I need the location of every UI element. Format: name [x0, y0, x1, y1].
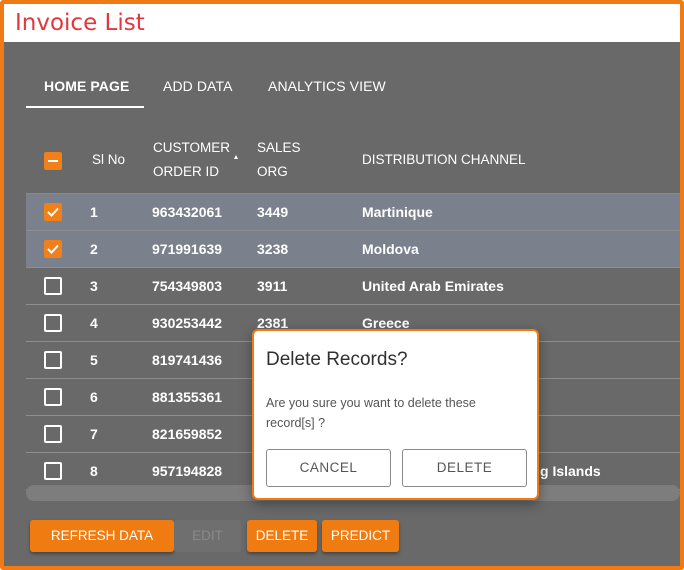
- cell-sales-org: 3911: [257, 278, 288, 294]
- checkbox-unchecked-icon[interactable]: [44, 314, 62, 332]
- edit-button[interactable]: EDIT: [174, 520, 241, 552]
- table-row[interactable]: 2 971991639 3238 Moldova: [26, 231, 680, 268]
- delete-button[interactable]: DELETE: [247, 520, 317, 552]
- checkbox-unchecked-icon[interactable]: [44, 277, 62, 295]
- cell-order-id: 881355361: [152, 389, 223, 405]
- header-customer-order-id[interactable]: CUSTOMER ORDER ID: [153, 136, 230, 184]
- table-row[interactable]: 1 963432061 3449 Martinique: [26, 194, 680, 231]
- checkbox-unchecked-icon[interactable]: [44, 388, 62, 406]
- cell-sales-org: 3449: [257, 204, 289, 220]
- app-title: Invoice List: [15, 10, 145, 36]
- tab-home-page[interactable]: HOME PAGE: [26, 64, 144, 108]
- cell-sl-no: 5: [90, 352, 98, 368]
- app-window: Invoice List HOME PAGE ADD DATA ANALYTIC…: [0, 0, 684, 570]
- cell-channel: Moldova: [362, 241, 419, 257]
- sort-arrow-icon[interactable]: [233, 154, 239, 160]
- cell-sl-no: 3: [90, 278, 98, 294]
- cell-sl-no: 8: [90, 463, 98, 479]
- cell-order-id: 819741436: [152, 352, 223, 368]
- predict-button[interactable]: PREDICT: [322, 520, 399, 552]
- cancel-button[interactable]: CANCEL: [266, 449, 391, 487]
- checkbox-unchecked-icon[interactable]: [44, 351, 62, 369]
- header-customer-order-id-line2: ORDER ID: [153, 164, 220, 179]
- cell-sl-no: 6: [90, 389, 98, 405]
- cell-sl-no: 1: [90, 204, 98, 220]
- header-sales-org[interactable]: SALES ORG: [257, 136, 301, 184]
- tab-analytics-view[interactable]: ANALYTICS VIEW: [268, 64, 408, 108]
- tab-add-data[interactable]: ADD DATA: [163, 64, 253, 108]
- cell-sl-no: 2: [90, 241, 98, 257]
- cell-channel: United Arab Emirates: [362, 278, 504, 294]
- cell-order-id: 963432061: [152, 204, 223, 220]
- dialog-title: Delete Records?: [266, 349, 408, 370]
- cell-sl-no: 7: [90, 426, 98, 442]
- cell-channel: Martinique: [362, 204, 433, 220]
- header-distribution-channel[interactable]: DISTRIBUTION CHANNEL: [362, 152, 526, 167]
- confirm-delete-button[interactable]: DELETE: [402, 449, 527, 487]
- refresh-data-button[interactable]: REFRESH DATA: [30, 520, 174, 552]
- checkbox-checked-icon[interactable]: [44, 203, 62, 221]
- dialog-message: Are you sure you want to delete these re…: [266, 396, 476, 430]
- checkbox-checked-icon[interactable]: [44, 240, 62, 258]
- delete-records-dialog: Delete Records? Are you sure you want to…: [252, 329, 539, 500]
- header-sales-org-line1: SALES: [257, 140, 301, 155]
- header-sl-no[interactable]: Sl No: [92, 152, 125, 167]
- title-bar: Invoice List: [4, 4, 680, 42]
- cell-order-id: 930253442: [152, 315, 223, 331]
- table-header: Sl No CUSTOMER ORDER ID SALES ORG DISTRI…: [26, 124, 680, 194]
- header-sales-org-line2: ORG: [257, 164, 288, 179]
- header-customer-order-id-line1: CUSTOMER: [153, 140, 231, 155]
- cell-sl-no: 4: [90, 315, 98, 331]
- checkbox-unchecked-icon[interactable]: [44, 462, 62, 480]
- cell-order-id: 821659852: [152, 426, 223, 442]
- cell-order-id: 754349803: [152, 278, 223, 294]
- cell-order-id: 957194828: [152, 463, 223, 479]
- cell-order-id: 971991639: [152, 241, 223, 257]
- checkbox-indeterminate-icon[interactable]: [44, 152, 62, 170]
- checkbox-unchecked-icon[interactable]: [44, 425, 62, 443]
- cell-sales-org: 3238: [257, 241, 289, 257]
- table-row[interactable]: 3 754349803 3911 United Arab Emirates: [26, 268, 680, 305]
- cell-channel: g Islands: [540, 463, 601, 479]
